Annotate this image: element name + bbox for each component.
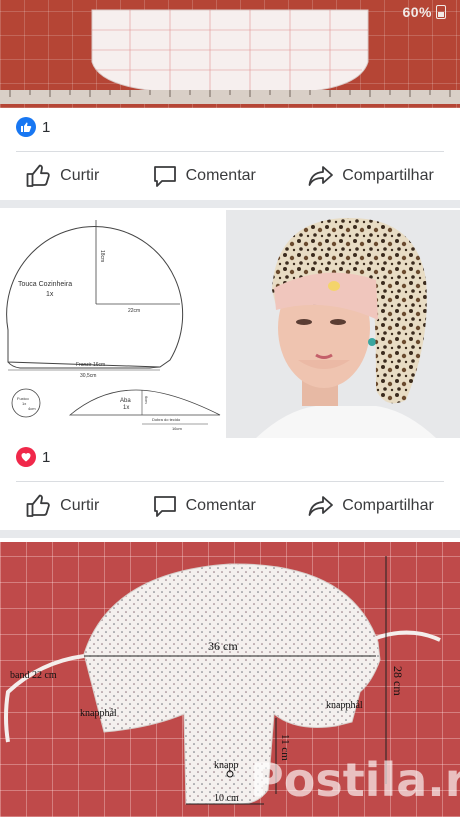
- reaction-count: 1: [42, 118, 51, 136]
- woman-wearing-cap-image: [226, 210, 460, 438]
- thumbs-up-icon: [26, 494, 50, 517]
- pattern-vertical-measure: 18cm: [99, 250, 105, 262]
- pattern-radius-measure: 22cm: [128, 308, 140, 314]
- pattern-paper-image: [0, 9, 460, 104]
- hat-pattern-diagram: Touca Cozinheira 1x 18cm 22cm Franzir 16…: [6, 220, 221, 431]
- pattern-title: Touca Cozinheira: [18, 281, 72, 288]
- width-label: 36 cm: [208, 639, 238, 653]
- post3-photo[interactable]: 36 cm 28 cm band 22 cm knapphål knapphål…: [0, 542, 460, 817]
- watermark: Postila.ru: [250, 753, 460, 807]
- post-separator: [0, 530, 460, 538]
- comment-label: Comentar: [185, 497, 256, 514]
- comment-label: Comentar: [185, 167, 256, 184]
- share-label: Compartilhar: [342, 167, 434, 184]
- thumbs-up-icon: [26, 164, 50, 187]
- height-label: 28 cm: [391, 666, 405, 696]
- pattern-title-qty: 1x: [46, 291, 54, 298]
- buttonhole-left-label: knapphål: [80, 708, 117, 719]
- share-arrow-icon: [308, 166, 334, 186]
- like-label: Curtir: [60, 497, 100, 514]
- love-reaction-icon: [16, 447, 36, 467]
- post-separator: [0, 200, 460, 208]
- brim-fold: Dobra do tecido: [152, 417, 181, 422]
- like-label: Curtir: [60, 167, 100, 184]
- like-button[interactable]: Curtir: [26, 164, 99, 188]
- brim-length: 16cm: [172, 426, 182, 431]
- post2-woman-photo[interactable]: [226, 210, 460, 438]
- share-button[interactable]: Compartilhar: [308, 494, 434, 518]
- brim-qty: 1x: [123, 405, 129, 411]
- button-label: knapp: [214, 760, 238, 771]
- pattern-base-measure: 30,5cm: [80, 373, 96, 379]
- reaction-count: 1: [42, 448, 51, 466]
- share-label: Compartilhar: [342, 497, 434, 514]
- status-bar: 60%: [402, 4, 446, 20]
- battery-percent: 60%: [402, 4, 432, 20]
- share-arrow-icon: [308, 496, 334, 516]
- post2-pattern-drawing[interactable]: Touca Cozinheira 1x 18cm 22cm Franzir 16…: [0, 210, 226, 438]
- band-label: band 22 cm: [10, 670, 57, 681]
- comment-button[interactable]: Comentar: [152, 494, 256, 518]
- fabric-pattern-image: 36 cm 28 cm band 22 cm knapphål knapphål…: [4, 556, 460, 807]
- comment-bubble-icon: [153, 166, 176, 187]
- like-button[interactable]: Curtir: [26, 494, 99, 518]
- post1-action-bar: Curtir Comentar Compartilhar: [0, 152, 460, 200]
- post2-reactions[interactable]: 1: [16, 447, 50, 467]
- comment-bubble-icon: [153, 496, 176, 517]
- brim-height: 6cm: [144, 396, 149, 404]
- like-reaction-icon: [16, 117, 36, 137]
- battery-icon: [436, 5, 446, 19]
- brim-title: Aba: [120, 398, 131, 404]
- post1-photo[interactable]: 60%: [0, 0, 460, 108]
- button-size: 4cm: [28, 406, 36, 411]
- pattern-band-label: Franzir 16cm: [76, 362, 105, 368]
- share-button[interactable]: Compartilhar: [308, 164, 434, 188]
- post2-action-bar: Curtir Comentar Compartilhar: [0, 482, 460, 530]
- flap-width-label: 10 cm: [214, 793, 239, 804]
- post1-reactions[interactable]: 1: [16, 117, 50, 137]
- button-qty: 1x: [22, 401, 26, 406]
- buttonhole-right-label: knapphål: [326, 700, 363, 711]
- comment-button[interactable]: Comentar: [152, 164, 256, 188]
